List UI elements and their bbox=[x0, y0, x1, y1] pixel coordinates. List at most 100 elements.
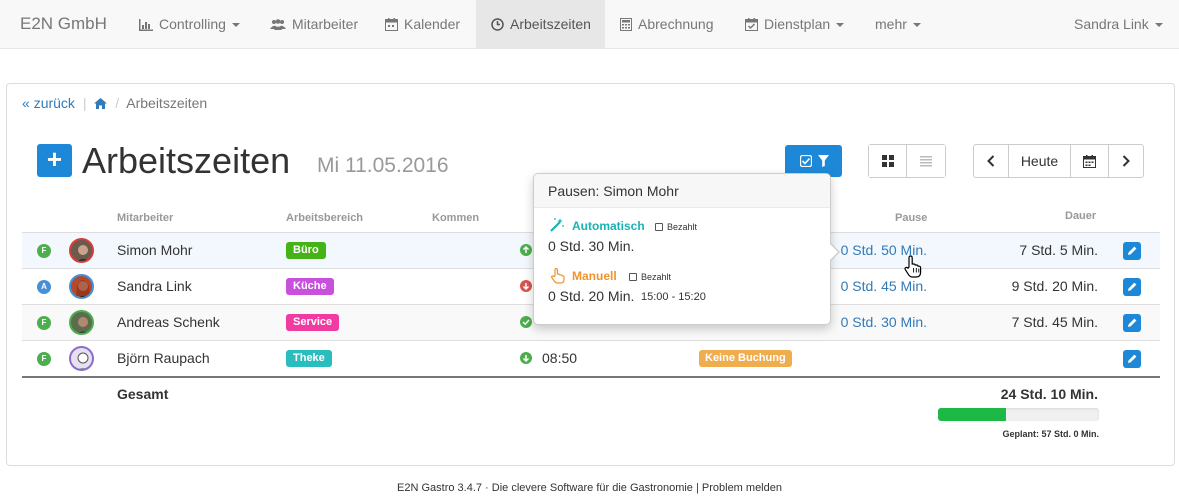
pencil-icon bbox=[1128, 246, 1137, 255]
pencil-icon bbox=[1128, 354, 1137, 363]
pencil-icon bbox=[1128, 318, 1137, 327]
total-divider bbox=[22, 376, 1160, 378]
employee-name[interactable]: Andreas Schenk bbox=[117, 314, 220, 330]
check-square-icon bbox=[800, 155, 812, 167]
calculator-icon bbox=[620, 18, 632, 31]
edit-button[interactable] bbox=[1123, 242, 1141, 260]
avatar bbox=[69, 238, 94, 263]
clock-icon bbox=[491, 18, 504, 31]
hand-cursor-icon bbox=[904, 255, 922, 278]
next-day-button[interactable] bbox=[1109, 145, 1143, 177]
auto-paid-checkbox[interactable]: Bezahlt bbox=[655, 222, 697, 232]
status-badge: F bbox=[37, 244, 51, 258]
nav-abrechnung-label: Abrechnung bbox=[638, 16, 714, 32]
prev-day-button[interactable] bbox=[974, 145, 1009, 177]
status-badge: F bbox=[37, 352, 51, 366]
arrow-down-circle-icon bbox=[520, 280, 532, 292]
auto-paid-label: Bezahlt bbox=[667, 222, 698, 232]
list-view-button[interactable] bbox=[907, 145, 945, 177]
avatar bbox=[69, 346, 94, 371]
total-label: Gesamt bbox=[117, 386, 169, 402]
today-button[interactable]: Heute bbox=[1009, 145, 1071, 177]
calendar-icon bbox=[1083, 154, 1096, 168]
area-badge: Küche bbox=[286, 278, 334, 295]
footer: E2N Gastro 3.4.7 · Die clevere Software … bbox=[397, 482, 782, 494]
planned-progress-bar bbox=[938, 408, 1099, 421]
manual-paid-checkbox[interactable]: Bezahlt bbox=[629, 272, 671, 282]
nav-dienstplan[interactable]: Dienstplan bbox=[731, 0, 858, 49]
pause-value[interactable]: 0 Std. 45 Min. bbox=[841, 278, 927, 294]
area-badge: Service bbox=[286, 314, 340, 331]
col-header-kommen[interactable]: Kommen bbox=[432, 212, 479, 224]
pencil-icon bbox=[1128, 282, 1137, 291]
kommen-time: 08:50 bbox=[542, 350, 578, 366]
manual-pause-label: Manuell bbox=[572, 269, 617, 283]
nav-mehr[interactable]: mehr bbox=[861, 0, 935, 49]
chevron-down-icon bbox=[231, 23, 240, 28]
hand-pointer-icon bbox=[550, 267, 565, 284]
arrow-down-circle-icon bbox=[520, 352, 532, 364]
col-header-arbeitsbereich[interactable]: Arbeitsbereich bbox=[286, 212, 363, 224]
popover-arrow-inner bbox=[830, 244, 838, 260]
status-badge: A bbox=[37, 280, 51, 294]
chevron-down-icon bbox=[912, 23, 921, 28]
popover-title: Pausen: Simon Mohr bbox=[534, 174, 830, 208]
pause-popover: Pausen: Simon Mohr Automatisch Bezahlt 0… bbox=[533, 173, 840, 325]
avatar bbox=[69, 310, 94, 335]
auto-pause-label: Automatisch bbox=[572, 219, 645, 233]
avatar bbox=[69, 274, 94, 299]
back-link-label: zurück bbox=[33, 95, 75, 111]
plus-icon: + bbox=[46, 144, 63, 174]
checkbox-icon bbox=[629, 273, 637, 281]
planned-hours: Geplant: 57 Std. 0 Min. bbox=[1002, 429, 1099, 439]
breadcrumb-separator: / bbox=[115, 95, 120, 111]
employee-name[interactable]: Björn Raupach bbox=[117, 350, 210, 366]
breadcrumb-divider: | bbox=[82, 95, 87, 111]
col-header-pause[interactable]: Pause bbox=[895, 212, 927, 224]
top-navbar: E2N GmbH Controlling Mitarbeiter Kalende… bbox=[0, 0, 1179, 49]
edit-button[interactable] bbox=[1123, 278, 1141, 296]
manual-pause-time: 15:00 - 15:20 bbox=[641, 291, 706, 303]
page-date: Mi 11.05.2016 bbox=[317, 154, 449, 177]
filter-icon bbox=[818, 155, 829, 167]
calendar-picker-button[interactable] bbox=[1071, 145, 1109, 177]
calendar-check-icon bbox=[745, 18, 758, 31]
breadcrumb: « zurück | / Arbeitszeiten bbox=[22, 95, 207, 111]
nav-mitarbeiter[interactable]: Mitarbeiter bbox=[256, 0, 372, 49]
nav-arbeitszeiten[interactable]: Arbeitszeiten bbox=[476, 0, 605, 49]
edit-button[interactable] bbox=[1123, 314, 1141, 332]
nav-mitarbeiter-label: Mitarbeiter bbox=[292, 16, 359, 32]
employee-name[interactable]: Simon Mohr bbox=[117, 242, 192, 258]
nav-controlling[interactable]: Controlling bbox=[125, 0, 254, 49]
nav-mehr-label: mehr bbox=[875, 16, 907, 32]
total-value: 24 Std. 10 Min. bbox=[1000, 386, 1098, 402]
back-link[interactable]: « zurück bbox=[22, 95, 75, 111]
employee-name[interactable]: Sandra Link bbox=[117, 278, 192, 294]
pause-value[interactable]: 0 Std. 30 Min. bbox=[841, 314, 927, 330]
status-badge: F bbox=[37, 316, 51, 330]
nav-abrechnung[interactable]: Abrechnung bbox=[605, 0, 729, 49]
progress-fill bbox=[938, 408, 1006, 421]
auto-pause-duration: 0 Std. 30 Min. bbox=[548, 238, 635, 254]
col-header-dauer[interactable]: Dauer bbox=[1065, 210, 1096, 222]
add-entry-button[interactable]: + bbox=[37, 144, 72, 177]
chevron-down-icon bbox=[1154, 23, 1163, 28]
bar-chart-icon bbox=[139, 19, 153, 31]
col-header-mitarbeiter[interactable]: Mitarbeiter bbox=[117, 212, 173, 224]
home-icon[interactable] bbox=[94, 98, 108, 109]
brand-link[interactable]: E2N GmbH bbox=[20, 14, 107, 34]
nav-dienstplan-label: Dienstplan bbox=[764, 16, 831, 32]
users-icon bbox=[270, 19, 286, 30]
area-badge: Büro bbox=[286, 242, 326, 259]
status-badge: Keine Buchung bbox=[699, 350, 792, 367]
arrow-up-circle-icon bbox=[520, 244, 532, 256]
grid-view-button[interactable] bbox=[869, 145, 907, 177]
chevron-right-icon bbox=[1122, 155, 1130, 167]
nav-kalender[interactable]: Kalender bbox=[371, 0, 474, 49]
check-circle-icon bbox=[520, 316, 532, 328]
user-menu[interactable]: Sandra Link bbox=[1060, 0, 1177, 49]
edit-button[interactable] bbox=[1123, 350, 1141, 368]
nav-arbeitszeiten-label: Arbeitszeiten bbox=[510, 16, 591, 32]
duration-value: 7 Std. 45 Min. bbox=[1011, 314, 1098, 330]
table-row[interactable]: F Björn Raupach Theke 08:50 Keine Buchun… bbox=[22, 340, 1160, 376]
